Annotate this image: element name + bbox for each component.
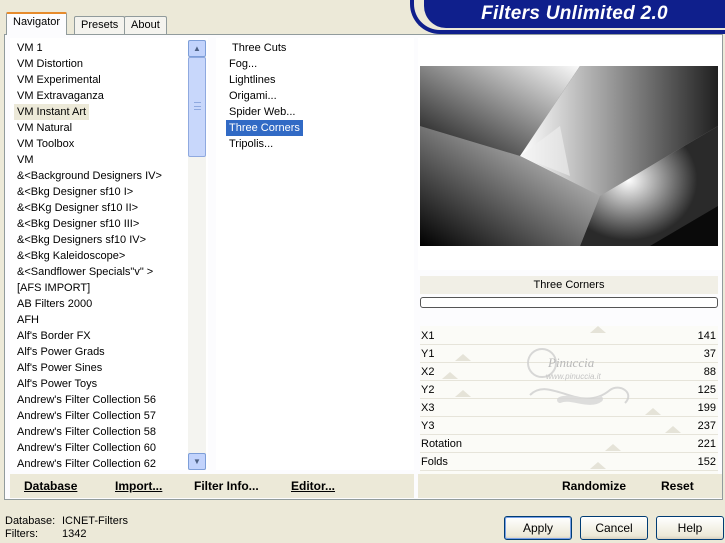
- param-name: Folds: [421, 456, 448, 468]
- param-name: X3: [421, 402, 435, 414]
- category-item[interactable]: VM: [17, 152, 34, 168]
- param-row-folds[interactable]: Folds 152: [420, 453, 718, 471]
- category-item[interactable]: VM 1: [17, 40, 43, 56]
- help-button[interactable]: Help: [656, 516, 724, 540]
- preview-image: [420, 66, 718, 246]
- filter-item[interactable]: Three Corners: [226, 120, 303, 136]
- param-name: Y3: [421, 420, 435, 432]
- database-value: ICNET-Filters: [62, 515, 128, 527]
- category-item[interactable]: &<BKg Designer sf10 II>: [17, 200, 138, 216]
- reset-button[interactable]: Reset: [661, 479, 694, 493]
- param-name: Rotation: [421, 438, 462, 450]
- progress-bar: [420, 297, 718, 308]
- param-value: 37: [703, 348, 716, 360]
- category-item[interactable]: VM Natural: [17, 120, 72, 136]
- category-item[interactable]: Andrew's Filter Collection 60: [17, 440, 156, 456]
- param-value: 152: [697, 456, 716, 468]
- category-item[interactable]: &<Bkg Designers sf10 IV>: [17, 232, 146, 248]
- category-item[interactable]: AFH: [17, 312, 39, 328]
- tab-about[interactable]: About: [124, 16, 167, 35]
- param-value: 125: [697, 384, 716, 396]
- filter-item[interactable]: Fog...: [226, 56, 260, 72]
- right-action-bar: Randomize Reset: [418, 474, 722, 498]
- cancel-button[interactable]: Cancel: [580, 516, 648, 540]
- editor-button[interactable]: Editor...: [291, 479, 335, 493]
- apply-button[interactable]: Apply: [504, 516, 572, 540]
- category-item[interactable]: AB Filters 2000: [17, 296, 92, 312]
- randomize-button[interactable]: Randomize: [562, 479, 626, 493]
- filter-info-button[interactable]: Filter Info...: [194, 479, 259, 493]
- tab-navigator[interactable]: Navigator: [6, 12, 68, 35]
- category-item[interactable]: &<Bkg Designer sf10 I>: [17, 184, 133, 200]
- category-item[interactable]: &<Sandflower Specials"v" >: [17, 264, 153, 280]
- category-item[interactable]: VM Distortion: [17, 56, 83, 72]
- app-title: Filters Unlimited 2.0: [424, 0, 725, 28]
- category-item[interactable]: Alf's Power Grads: [17, 344, 105, 360]
- filter-item[interactable]: Spider Web...: [226, 104, 298, 120]
- category-item[interactable]: Andrew's Filter Collection 58: [17, 424, 156, 440]
- filter-item[interactable]: Origami...: [226, 88, 280, 104]
- filter-item[interactable]: Three Cuts: [229, 40, 289, 56]
- filter-list[interactable]: Three Cuts Fog... Lightlines Origami... Spid…: [216, 38, 414, 470]
- category-item[interactable]: Alf's Power Sines: [17, 360, 102, 376]
- param-value: 88: [703, 366, 716, 378]
- scroll-down-arrow-icon[interactable]: ▼: [188, 453, 206, 470]
- param-row-rotation[interactable]: Rotation 221: [420, 435, 718, 453]
- category-item[interactable]: VM Toolbox: [17, 136, 74, 152]
- category-item[interactable]: &<Bkg Designer sf10 III>: [17, 216, 139, 232]
- category-item[interactable]: &<Bkg Kaleidoscope>: [17, 248, 125, 264]
- param-name: Y2: [421, 384, 435, 396]
- param-name: Y1: [421, 348, 435, 360]
- param-value: 221: [697, 438, 716, 450]
- import-button[interactable]: Import...: [115, 479, 162, 493]
- category-item[interactable]: Andrew's Filter Collection 62: [17, 456, 156, 469]
- filter-item[interactable]: Tripolis...: [226, 136, 276, 152]
- category-item[interactable]: VM Instant Art: [14, 104, 90, 120]
- category-item[interactable]: VM Experimental: [17, 72, 101, 88]
- watermark-subtext: www.pinuccia.it: [546, 372, 601, 381]
- category-item[interactable]: Andrew's Filter Collection 56: [17, 392, 156, 408]
- filters-count-label: Filters:: [5, 528, 38, 540]
- category-item[interactable]: VM Extravaganza: [17, 88, 104, 104]
- param-value: 237: [697, 420, 716, 432]
- scroll-up-arrow-icon[interactable]: ▲: [188, 40, 206, 57]
- category-scrollbar[interactable]: ▲ ▼: [188, 40, 206, 470]
- param-name: X1: [421, 330, 435, 342]
- watermark-text: Pinuccia: [548, 355, 595, 370]
- tab-presets[interactable]: Presets: [74, 16, 126, 35]
- category-item[interactable]: &<Background Designers IV>: [17, 168, 162, 184]
- database-button[interactable]: Database: [24, 479, 77, 493]
- category-list[interactable]: VM 1 VM Distortion VM Experimental VM Extra…: [10, 38, 208, 470]
- category-item[interactable]: Alf's Power Toys: [17, 376, 97, 392]
- param-value: 199: [697, 402, 716, 414]
- selected-filter-name: Three Corners: [420, 276, 718, 294]
- param-row-x1[interactable]: X1 141: [420, 327, 718, 345]
- left-action-bar: Database Import... Filter Info... Editor…: [10, 474, 414, 498]
- scroll-thumb[interactable]: [188, 57, 206, 157]
- filter-item[interactable]: Lightlines: [226, 72, 278, 88]
- filters-count-value: 1342: [62, 528, 87, 540]
- status-info: Database: ICNET-Filters Filters: 1342: [5, 515, 128, 541]
- category-item[interactable]: Andrew's Filter Collection 57: [17, 408, 156, 424]
- param-value: 141: [697, 330, 716, 342]
- category-item[interactable]: [AFS IMPORT]: [17, 280, 90, 296]
- param-name: X2: [421, 366, 435, 378]
- database-label: Database:: [5, 515, 56, 527]
- category-item[interactable]: Alf's Border FX: [17, 328, 91, 344]
